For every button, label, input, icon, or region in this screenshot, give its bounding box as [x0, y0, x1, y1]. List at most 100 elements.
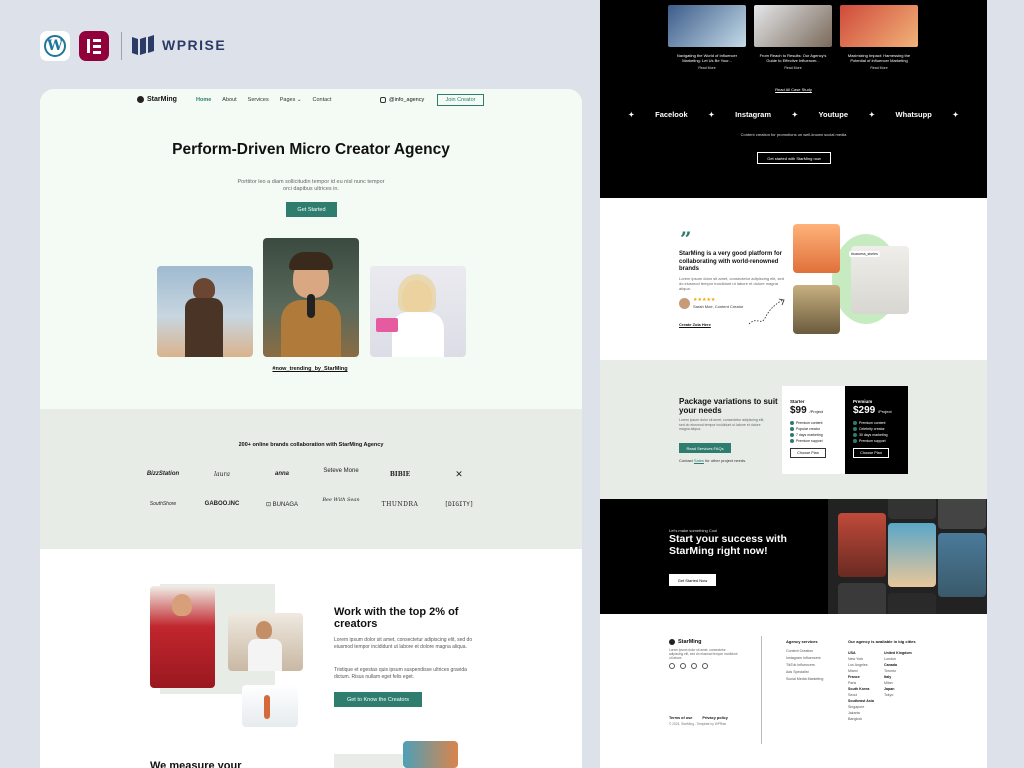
nav-contact[interactable]: Contact	[312, 97, 331, 103]
creator-photo-yoga	[242, 685, 298, 727]
get-started-now-button[interactable]: Get Started Now	[669, 574, 716, 586]
creator-photo-reviewer	[370, 266, 466, 357]
brand-logo: BIBIE	[389, 471, 411, 478]
facebook-icon[interactable]	[680, 663, 686, 669]
brand-divider	[121, 32, 122, 60]
check-icon	[853, 421, 857, 425]
privacy-link[interactable]: Privacy policy	[702, 716, 728, 720]
brand-logo: anna	[274, 471, 289, 477]
check-icon	[853, 427, 857, 431]
quote-icon: ”	[680, 227, 692, 251]
case-image[interactable]	[668, 5, 746, 47]
check-icon	[790, 427, 794, 431]
read-all-case-link[interactable]: Read All Case Study	[750, 87, 837, 92]
footer-link[interactable]: Instagram Influencers	[786, 655, 823, 662]
case-image[interactable]	[840, 5, 918, 47]
creator-photo-traveler	[157, 266, 253, 357]
footer-logo[interactable]: StarMing	[669, 639, 702, 645]
nav-home[interactable]: Home	[196, 97, 211, 103]
read-more-link[interactable]: Read More	[754, 66, 832, 70]
measure-title: We measure your	[150, 760, 242, 768]
site-logo[interactable]: StarMing	[137, 96, 177, 103]
terms-link[interactable]: Terms of use	[669, 716, 692, 720]
youtube-icon[interactable]	[691, 663, 697, 669]
case-caption[interactable]: Maximizing Impact: Harnessing the Potent…	[840, 53, 918, 63]
platform-instagram: Instagram	[735, 110, 772, 119]
get-started-starming-button[interactable]: Get started with StarMing now	[757, 152, 831, 164]
plan-feature: Premium support	[853, 438, 900, 444]
get-started-button[interactable]: Get Started	[286, 202, 337, 217]
nav-about[interactable]: About	[222, 97, 236, 103]
case-caption[interactable]: From Reach to Results: Our Agency's Guid…	[754, 53, 832, 63]
plan-feature: Premium support	[790, 438, 837, 444]
brand-logo: GABOO.INC	[204, 501, 240, 507]
case-caption[interactable]: Navigating the World of Influencer Marke…	[668, 53, 746, 63]
know-creators-button[interactable]: Get to Know the Creators	[334, 692, 422, 707]
create-zola-link[interactable]: Create Zola Here	[679, 322, 711, 327]
choose-plan-button[interactable]: Choose Plan	[853, 448, 889, 458]
squiggle-arrow-icon	[748, 298, 785, 325]
wprise-wordmark: WPRISE	[162, 37, 227, 53]
tiktok-icon[interactable]	[702, 663, 708, 669]
footer-divider	[761, 636, 762, 744]
footer-legal-links: Terms of use Privacy policy	[669, 716, 728, 720]
sparkle-icon: ✦	[708, 111, 715, 119]
brands-section	[40, 409, 582, 549]
read-more-link[interactable]: Read More	[840, 66, 918, 70]
footer-link[interactable]: TikTok Influencers	[786, 662, 823, 669]
creator-photo-red-coat	[150, 586, 215, 688]
nav-pages[interactable]: Pages ⌄	[280, 97, 302, 103]
creator-mosaic	[828, 499, 987, 614]
packages-title: Package variations to suit your needs	[679, 397, 778, 415]
brand-logo: [DIGITY]	[444, 501, 474, 508]
join-creator-button[interactable]: Join Creator	[437, 94, 484, 106]
testimonial-author: Sarah Moe, Content Creator	[693, 304, 744, 309]
creator-photo-podcaster	[263, 238, 359, 357]
avatar	[679, 298, 690, 309]
footer-social-icons	[669, 663, 708, 669]
creator-photo-eating	[228, 613, 303, 671]
platform-youtube: Youtupe	[818, 110, 848, 119]
brand-logo: laura	[214, 471, 230, 478]
instagram-icon[interactable]	[669, 663, 675, 669]
packages-body: Lorem ipsum dolor sit amet, consectetur …	[679, 418, 765, 431]
footer-cities-heading: Our agency is available in big cities	[848, 639, 916, 644]
sales-link[interactable]: Sales	[694, 458, 704, 463]
footer-link[interactable]: Content Creation	[786, 648, 823, 655]
brand-logo: ⊡ BUNAGA	[265, 502, 299, 508]
social-platforms: ✦ Facelook ✦ Instagram ✦ Youtupe ✦ Whats…	[600, 110, 987, 119]
case-image[interactable]	[754, 5, 832, 47]
check-icon	[853, 433, 857, 437]
check-icon	[790, 439, 794, 443]
brand-logo: THUNDRA	[381, 501, 419, 508]
homepage-preview: StarMing Home About Services Pages ⌄ Con…	[40, 89, 582, 768]
read-more-link[interactable]: Read More	[668, 66, 746, 70]
work-body-secondary: Tristique et egestas quis ipsum suspendi…	[334, 667, 467, 680]
check-icon	[790, 433, 794, 437]
trending-hashtag[interactable]: #now_trending_by_StarMing	[260, 366, 360, 372]
success-stories-tag: #success_stories	[849, 251, 880, 257]
main-nav: Home About Services Pages ⌄ Contact	[196, 97, 331, 103]
footer-link[interactable]: Social Media Marketing	[786, 676, 823, 683]
choose-plan-button[interactable]: Choose Plan	[790, 448, 826, 458]
brand-logo: BizzStation	[146, 471, 180, 477]
wprise-icon	[132, 35, 154, 55]
brands-title: 200+ online brands collaboration with St…	[238, 442, 384, 448]
footer-link[interactable]: Ads Specialist	[786, 669, 823, 676]
inner-page-preview: Navigating the World of Influencer Marke…	[600, 0, 987, 768]
contact-sales-text: Contact Sales for other project needs.	[679, 458, 747, 463]
plan-card-premium: Premium $299 /Project Premium content Ce…	[845, 386, 908, 474]
hero-subtitle: Porttitor leo a diam sollicitudin tempor…	[237, 179, 385, 192]
creator-photo-orange	[793, 224, 840, 273]
testimonial-body: Lorem ipsum dolor sit amet, consectetur …	[679, 276, 784, 291]
cta-title: Start your success with StarMing right n…	[669, 533, 787, 557]
brand-logo: ✕	[455, 469, 463, 479]
nav-services[interactable]: Services	[248, 97, 269, 103]
footer-cities-a: USA New York Los Angeles Miami France Pa…	[848, 651, 874, 721]
footer-services: Agency services Content Creation Instagr…	[786, 639, 824, 683]
work-body: Lorem ipsum dolor sit amet, consectetur …	[334, 637, 473, 650]
instagram-handle[interactable]: @info_agency	[380, 97, 424, 103]
footer-cities-b: United Kingdom London Canada Toronto Ita…	[884, 651, 912, 697]
testimonial-quote: StarMing is a very good platform for col…	[679, 251, 783, 272]
services-faq-button[interactable]: Read Services FAQs	[679, 443, 731, 453]
